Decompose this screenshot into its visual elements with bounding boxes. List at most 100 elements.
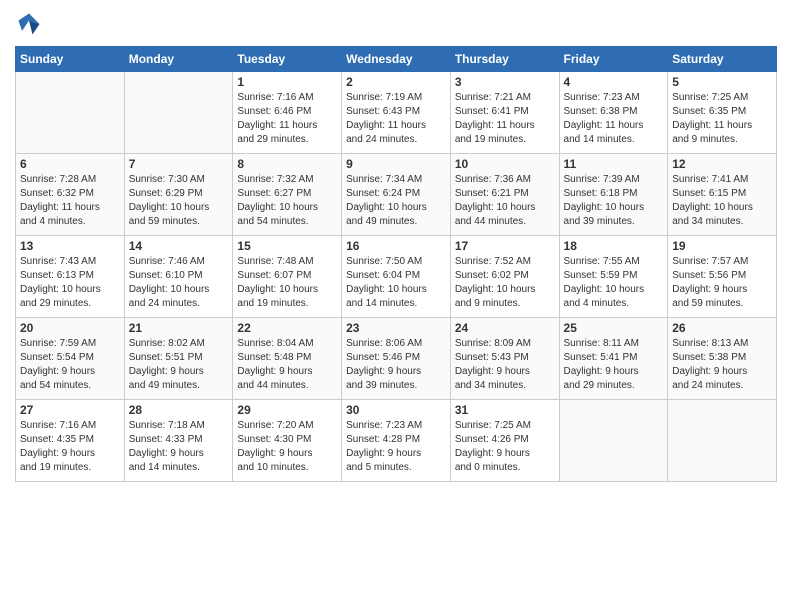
logo-icon <box>15 10 43 38</box>
cell-text: Sunrise: 7:50 AMSunset: 6:04 PMDaylight:… <box>346 255 446 311</box>
day-number: 27 <box>20 403 120 417</box>
cell-text: Sunrise: 7:36 AMSunset: 6:21 PMDaylight:… <box>455 173 555 229</box>
cell-text: Sunrise: 7:55 AMSunset: 5:59 PMDaylight:… <box>564 255 664 311</box>
day-number: 24 <box>455 321 555 335</box>
cell-text: Sunrise: 7:19 AMSunset: 6:43 PMDaylight:… <box>346 91 446 147</box>
calendar-cell: 8Sunrise: 7:32 AMSunset: 6:27 PMDaylight… <box>233 154 342 236</box>
day-number: 21 <box>129 321 229 335</box>
day-number: 25 <box>564 321 664 335</box>
calendar-day-header: Sunday <box>16 47 125 72</box>
calendar-day-header: Tuesday <box>233 47 342 72</box>
calendar-day-header: Saturday <box>668 47 777 72</box>
calendar-week-row: 1 Sunrise: 7:16 AMSunset: 6:46 PMDaylight… <box>16 72 777 154</box>
calendar-cell: 9 Sunrise: 7:34 AMSunset: 6:24 PMDaylight… <box>342 154 451 236</box>
calendar-cell: 19 Sunrise: 7:57 AMSunset: 5:56 PMDayligh… <box>668 236 777 318</box>
day-number: 28 <box>129 403 229 417</box>
calendar-cell: 1 Sunrise: 7:16 AMSunset: 6:46 PMDaylight… <box>233 72 342 154</box>
calendar-cell: 18Sunrise: 7:55 AMSunset: 5:59 PMDayligh… <box>559 236 668 318</box>
cell-text: Sunrise: 8:04 AMSunset: 5:48 PMDaylight:… <box>237 337 337 393</box>
day-number: 8 <box>237 157 337 171</box>
calendar-week-row: 13 Sunrise: 7:43 AMSunset: 6:13 PMDayligh… <box>16 236 777 318</box>
day-number: 16 <box>346 239 446 253</box>
day-number: 4 <box>564 75 664 89</box>
cell-text: Sunrise: 7:57 AMSunset: 5:56 PMDaylight:… <box>672 255 772 311</box>
calendar-day-header: Wednesday <box>342 47 451 72</box>
calendar-day-header: Thursday <box>450 47 559 72</box>
day-number: 6 <box>20 157 120 171</box>
calendar-cell: 27 Sunrise: 7:16 AMSunset: 4:35 PMDayligh… <box>16 400 125 482</box>
cell-text: Sunrise: 7:46 AMSunset: 6:10 PMDaylight:… <box>129 255 229 311</box>
calendar-cell: 22 Sunrise: 8:04 AMSunset: 5:48 PMDayligh… <box>233 318 342 400</box>
calendar-cell: 3 Sunrise: 7:21 AMSunset: 6:41 PMDaylight… <box>450 72 559 154</box>
calendar-cell: 6 Sunrise: 7:28 AMSunset: 6:32 PMDaylight… <box>16 154 125 236</box>
cell-text: Sunrise: 8:09 AMSunset: 5:43 PMDaylight:… <box>455 337 555 393</box>
cell-text: Sunrise: 7:34 AMSunset: 6:24 PMDaylight:… <box>346 173 446 229</box>
calendar-cell: 12 Sunrise: 7:41 AMSunset: 6:15 PMDayligh… <box>668 154 777 236</box>
day-number: 3 <box>455 75 555 89</box>
day-number: 17 <box>455 239 555 253</box>
day-number: 1 <box>237 75 337 89</box>
calendar-cell: 24 Sunrise: 8:09 AMSunset: 5:43 PMDayligh… <box>450 318 559 400</box>
cell-text: Sunrise: 7:25 AMSunset: 4:26 PMDaylight:… <box>455 419 555 475</box>
calendar-cell: 14Sunrise: 7:46 AMSunset: 6:10 PMDayligh… <box>124 236 233 318</box>
calendar-header-row: SundayMondayTuesdayWednesdayThursdayFrid… <box>16 47 777 72</box>
day-number: 30 <box>346 403 446 417</box>
cell-text: Sunrise: 7:48 AMSunset: 6:07 PMDaylight:… <box>237 255 337 311</box>
calendar-cell: 28Sunrise: 7:18 AMSunset: 4:33 PMDayligh… <box>124 400 233 482</box>
cell-text: Sunrise: 7:23 AMSunset: 6:38 PMDaylight:… <box>564 91 664 147</box>
cell-text: Sunrise: 7:43 AMSunset: 6:13 PMDaylight:… <box>20 255 120 311</box>
calendar-week-row: 20 Sunrise: 7:59 AMSunset: 5:54 PMDayligh… <box>16 318 777 400</box>
day-number: 2 <box>346 75 446 89</box>
calendar-day-header: Friday <box>559 47 668 72</box>
calendar-table: SundayMondayTuesdayWednesdayThursdayFrid… <box>15 46 777 482</box>
cell-text: Sunrise: 8:06 AMSunset: 5:46 PMDaylight:… <box>346 337 446 393</box>
calendar-cell: 17Sunrise: 7:52 AMSunset: 6:02 PMDayligh… <box>450 236 559 318</box>
calendar-cell: 26 Sunrise: 8:13 AMSunset: 5:38 PMDayligh… <box>668 318 777 400</box>
day-number: 29 <box>237 403 337 417</box>
cell-text: Sunrise: 7:41 AMSunset: 6:15 PMDaylight:… <box>672 173 772 229</box>
day-number: 26 <box>672 321 772 335</box>
calendar-cell: 13 Sunrise: 7:43 AMSunset: 6:13 PMDayligh… <box>16 236 125 318</box>
calendar-cell: 25Sunrise: 8:11 AMSunset: 5:41 PMDayligh… <box>559 318 668 400</box>
calendar-day-header: Monday <box>124 47 233 72</box>
day-number: 5 <box>672 75 772 89</box>
cell-text: Sunrise: 7:25 AMSunset: 6:35 PMDaylight:… <box>672 91 772 147</box>
calendar-cell: 11 Sunrise: 7:39 AMSunset: 6:18 PMDayligh… <box>559 154 668 236</box>
logo <box>15 10 47 38</box>
cell-text: Sunrise: 7:30 AMSunset: 6:29 PMDaylight:… <box>129 173 229 229</box>
cell-text: Sunrise: 8:13 AMSunset: 5:38 PMDaylight:… <box>672 337 772 393</box>
day-number: 12 <box>672 157 772 171</box>
cell-text: Sunrise: 7:28 AMSunset: 6:32 PMDaylight:… <box>20 173 120 229</box>
calendar-cell <box>16 72 125 154</box>
day-number: 9 <box>346 157 446 171</box>
calendar-cell: 2 Sunrise: 7:19 AMSunset: 6:43 PMDaylight… <box>342 72 451 154</box>
day-number: 20 <box>20 321 120 335</box>
calendar-week-row: 27 Sunrise: 7:16 AMSunset: 4:35 PMDayligh… <box>16 400 777 482</box>
calendar-cell: 4 Sunrise: 7:23 AMSunset: 6:38 PMDaylight… <box>559 72 668 154</box>
day-number: 10 <box>455 157 555 171</box>
calendar-cell: 10 Sunrise: 7:36 AMSunset: 6:21 PMDayligh… <box>450 154 559 236</box>
cell-text: Sunrise: 7:59 AMSunset: 5:54 PMDaylight:… <box>20 337 120 393</box>
cell-text: Sunrise: 7:16 AMSunset: 6:46 PMDaylight:… <box>237 91 337 147</box>
calendar-cell: 5 Sunrise: 7:25 AMSunset: 6:35 PMDaylight… <box>668 72 777 154</box>
calendar-cell <box>668 400 777 482</box>
calendar-cell: 23 Sunrise: 8:06 AMSunset: 5:46 PMDayligh… <box>342 318 451 400</box>
day-number: 13 <box>20 239 120 253</box>
calendar-cell: 31Sunrise: 7:25 AMSunset: 4:26 PMDayligh… <box>450 400 559 482</box>
cell-text: Sunrise: 7:21 AMSunset: 6:41 PMDaylight:… <box>455 91 555 147</box>
day-number: 11 <box>564 157 664 171</box>
calendar-cell: 7 Sunrise: 7:30 AMSunset: 6:29 PMDaylight… <box>124 154 233 236</box>
day-number: 7 <box>129 157 229 171</box>
day-number: 23 <box>346 321 446 335</box>
page: SundayMondayTuesdayWednesdayThursdayFrid… <box>0 0 792 612</box>
cell-text: Sunrise: 7:16 AMSunset: 4:35 PMDaylight:… <box>20 419 120 475</box>
calendar-cell <box>559 400 668 482</box>
header <box>15 10 777 38</box>
day-number: 22 <box>237 321 337 335</box>
cell-text: Sunrise: 7:39 AMSunset: 6:18 PMDaylight:… <box>564 173 664 229</box>
calendar-cell: 15Sunrise: 7:48 AMSunset: 6:07 PMDayligh… <box>233 236 342 318</box>
calendar-week-row: 6 Sunrise: 7:28 AMSunset: 6:32 PMDaylight… <box>16 154 777 236</box>
cell-text: Sunrise: 7:20 AMSunset: 4:30 PMDaylight:… <box>237 419 337 475</box>
day-number: 19 <box>672 239 772 253</box>
cell-text: Sunrise: 8:02 AMSunset: 5:51 PMDaylight:… <box>129 337 229 393</box>
